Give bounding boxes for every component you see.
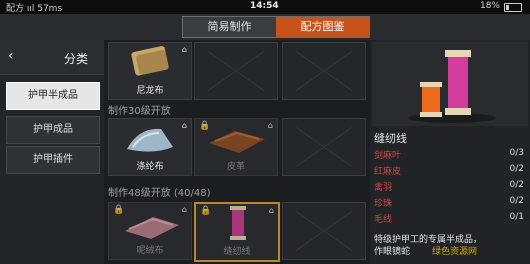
sidebar-item-armor-semi[interactable]: 护甲半成品 xyxy=(6,82,100,110)
recipe-slot-leather[interactable]: 🔒 ⌂ 皮革 xyxy=(194,118,278,176)
sewing-thread-spools-icon xyxy=(408,50,496,123)
sidebar-item-armor[interactable]: 护甲成品 xyxy=(6,116,100,144)
watermark: 绿色资源网 xyxy=(432,247,478,257)
material-row: 剑麻叶 0/3 xyxy=(374,148,524,162)
sidebar-item-armor-plugin[interactable]: 护甲插件 xyxy=(6,146,100,174)
material-name: 毛线 xyxy=(374,215,393,225)
home-icon: ⌂ xyxy=(181,121,187,130)
status-time: 14:54 xyxy=(250,1,279,11)
status-bar: 配方 ııl 57ms 14:54 18% xyxy=(0,0,530,14)
recipe-slot-empty xyxy=(282,202,366,260)
recipe-slot-empty xyxy=(282,42,366,100)
home-icon: ⌂ xyxy=(267,121,273,130)
material-name: 珍珠 xyxy=(374,199,393,209)
material-count: 0/2 xyxy=(509,180,524,190)
lock-icon: 🔒 xyxy=(200,206,212,216)
sidebar-header xyxy=(0,40,104,75)
slot-name: 呢绒布 xyxy=(136,246,164,256)
material-name: 禽羽 xyxy=(374,183,393,193)
lock-icon: 🔒 xyxy=(199,121,211,131)
detail-image xyxy=(372,42,528,126)
tab-bar: 简易制作 配方图鉴 xyxy=(182,16,370,38)
material-row: 毛线 0/1 xyxy=(374,212,524,226)
recipe-slot-sewing-thread[interactable]: 🔒 ⌂ 缝纫线 xyxy=(194,202,280,262)
recipe-slot-empty xyxy=(282,118,366,176)
recipe-slot-nylon[interactable]: ⌂ 尼龙布 xyxy=(108,42,192,100)
home-icon: ⌂ xyxy=(181,205,187,214)
slot-name: 皮革 xyxy=(226,162,245,172)
tab-simple-craft[interactable]: 简易制作 xyxy=(183,17,276,37)
material-row: 红麻皮 0/2 xyxy=(374,164,524,178)
recipe-slot-woolen[interactable]: 🔒 ⌂ 呢绒布 xyxy=(108,202,192,260)
slot-name: 尼龙布 xyxy=(136,86,164,96)
material-row: 珍珠 0/2 xyxy=(374,196,524,210)
recipe-slot-polyester[interactable]: ⌂ 涤纶布 xyxy=(108,118,192,176)
status-left: 配方 ııl 57ms xyxy=(6,4,63,14)
back-arrow-icon[interactable]: ‹ xyxy=(8,48,14,64)
sidebar-title: 分类 xyxy=(64,52,89,66)
material-name: 红麻皮 xyxy=(374,167,402,177)
battery-icon xyxy=(504,3,522,12)
battery-level: 18% xyxy=(479,1,500,11)
slot-name: 缝纫线 xyxy=(223,247,251,257)
material-count: 0/1 xyxy=(509,212,524,222)
tab-recipe-book[interactable]: 配方图鉴 xyxy=(276,17,369,37)
polyester-cloth-icon xyxy=(127,128,173,152)
material-count: 0/2 xyxy=(509,164,524,174)
material-row: 禽羽 0/2 xyxy=(374,180,524,194)
section-label-lv48: 制作48级开放 (40/48) xyxy=(108,188,211,199)
lock-icon: 🔒 xyxy=(113,205,125,215)
recipe-slot-empty xyxy=(194,42,278,100)
material-count: 0/3 xyxy=(509,148,524,158)
home-icon: ⌂ xyxy=(181,45,187,54)
material-name: 剑麻叶 xyxy=(374,151,402,161)
nylon-cloth-icon xyxy=(131,46,169,76)
detail-title: 缝纫线 xyxy=(374,132,407,145)
slot-name: 涤纶布 xyxy=(136,162,164,172)
home-icon: ⌂ xyxy=(268,206,274,215)
section-label-lv30: 制作30级开放 xyxy=(108,106,171,117)
material-count: 0/2 xyxy=(509,196,524,206)
